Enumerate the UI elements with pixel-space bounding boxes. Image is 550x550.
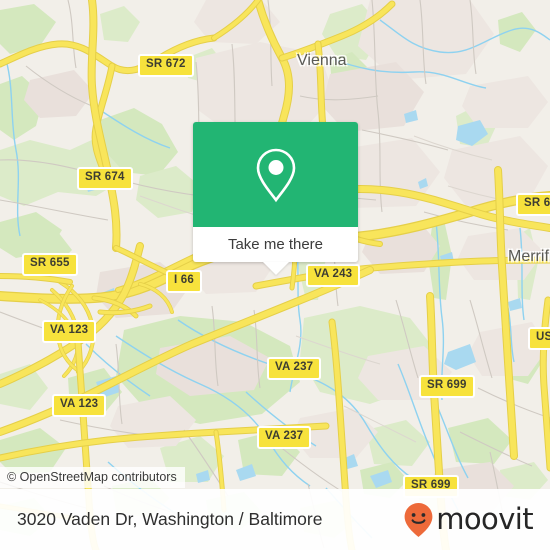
location-pin-icon [256,148,295,202]
card-cta-area[interactable]: Take me there [193,227,358,275]
road-shield-va-237-north[interactable]: VA 237 [267,357,322,380]
place-label-merrifield: Merrifield [508,248,550,265]
road-shield-va-123-north[interactable]: VA 123 [42,320,97,343]
road-shield-sr-655[interactable]: SR 655 [22,253,78,276]
card-image-area [193,122,358,227]
road-shield-va-243[interactable]: VA 243 [306,264,361,287]
address-label: 3020 Vaden Dr, Washington / Baltimore [17,509,323,529]
moovit-pin-icon [404,502,433,537]
card-pointer-tail [262,262,289,275]
road-shield-va-237-south[interactable]: VA 237 [257,426,312,449]
moovit-logo[interactable]: moovit [403,502,534,538]
location-info-card[interactable]: Take me there [193,122,358,275]
map-screenshot: .land { fill:#F2EFE9; } .green { fill:#D… [0,0,550,550]
road-shield-va-123-south[interactable]: VA 123 [52,394,107,417]
moovit-wordmark: moovit [436,502,533,536]
road-shield-sr-650[interactable]: SR 650 [516,193,550,216]
place-label-vienna: Vienna [297,52,347,69]
osm-attribution[interactable]: © OpenStreetMap contributors [0,467,185,488]
road-shield-us[interactable]: US [528,327,550,350]
road-shield-sr-672[interactable]: SR 672 [138,54,194,77]
road-shield-sr-699-north[interactable]: SR 699 [419,375,475,398]
road-shield-sr-674[interactable]: SR 674 [77,167,133,190]
road-shield-i-66[interactable]: I 66 [166,270,202,293]
take-me-there-label: Take me there [227,236,324,253]
footer-bar: 3020 Vaden Dr, Washington / Baltimore mo… [0,489,550,550]
